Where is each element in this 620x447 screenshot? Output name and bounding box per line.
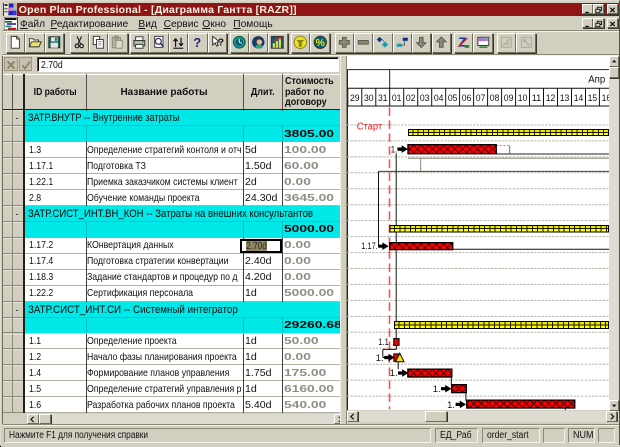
svg-text:02: 02 [406,93,416,104]
svg-text:07: 07 [476,93,486,104]
svg-text:15: 15 [587,93,597,104]
svg-text:1.17.: 1.17. [361,240,377,251]
svg-text:%: % [315,38,325,49]
svg-text:1.1: 1.1 [378,336,388,347]
svg-text:10: 10 [518,93,528,104]
svg-text:1.: 1. [447,399,455,410]
svg-text:1.: 1. [433,383,441,394]
svg-text:Апр: Апр [588,74,605,85]
svg-text:1.: 1. [390,367,398,378]
svg-text:08: 08 [490,93,500,104]
svg-text:13: 13 [559,93,569,104]
svg-text:31: 31 [378,93,388,104]
svg-text:29: 29 [350,93,360,104]
svg-text:05: 05 [448,93,458,104]
svg-text:03: 03 [420,93,430,104]
svg-text:30: 30 [364,93,374,104]
svg-text:?: ? [218,38,224,49]
svg-text:12: 12 [545,93,555,104]
svg-text:14: 14 [573,93,583,104]
svg-text:11: 11 [531,93,541,104]
svg-text:06: 06 [462,93,472,104]
svg-text:1.: 1. [390,144,396,155]
svg-text:1.: 1. [376,352,384,363]
svg-text:Старт: Старт [356,122,382,133]
svg-text:09: 09 [504,93,514,104]
svg-text:16: 16 [601,93,608,104]
svg-text:?: ? [194,35,202,50]
svg-text:04: 04 [434,93,444,104]
svg-text:01: 01 [392,93,402,104]
